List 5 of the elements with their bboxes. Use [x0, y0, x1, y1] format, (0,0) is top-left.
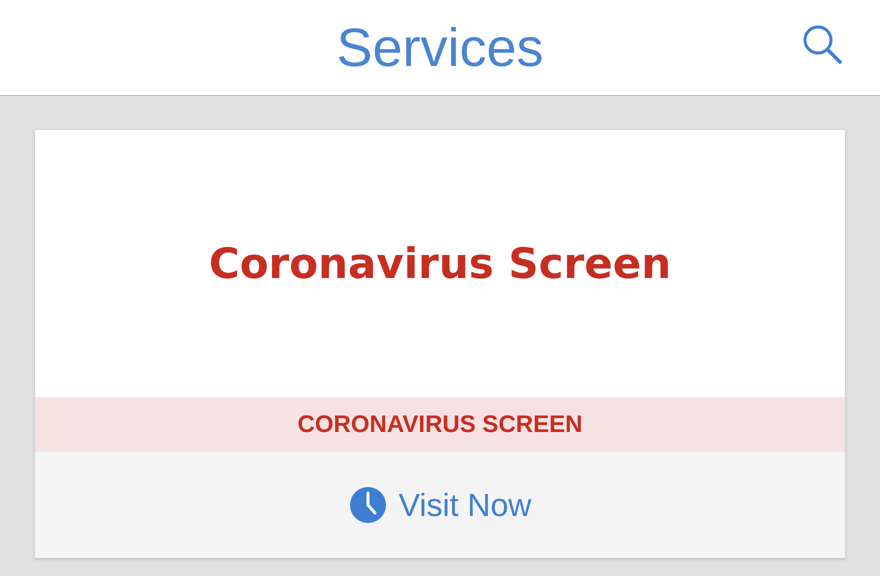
category-label: CORONAVIRUS SCREEN	[298, 410, 582, 438]
page-title: Services	[336, 16, 544, 78]
visit-link[interactable]: Visit Now	[348, 486, 532, 524]
clock-icon	[348, 486, 387, 524]
card-title: Coronavirus Screen	[208, 239, 672, 288]
